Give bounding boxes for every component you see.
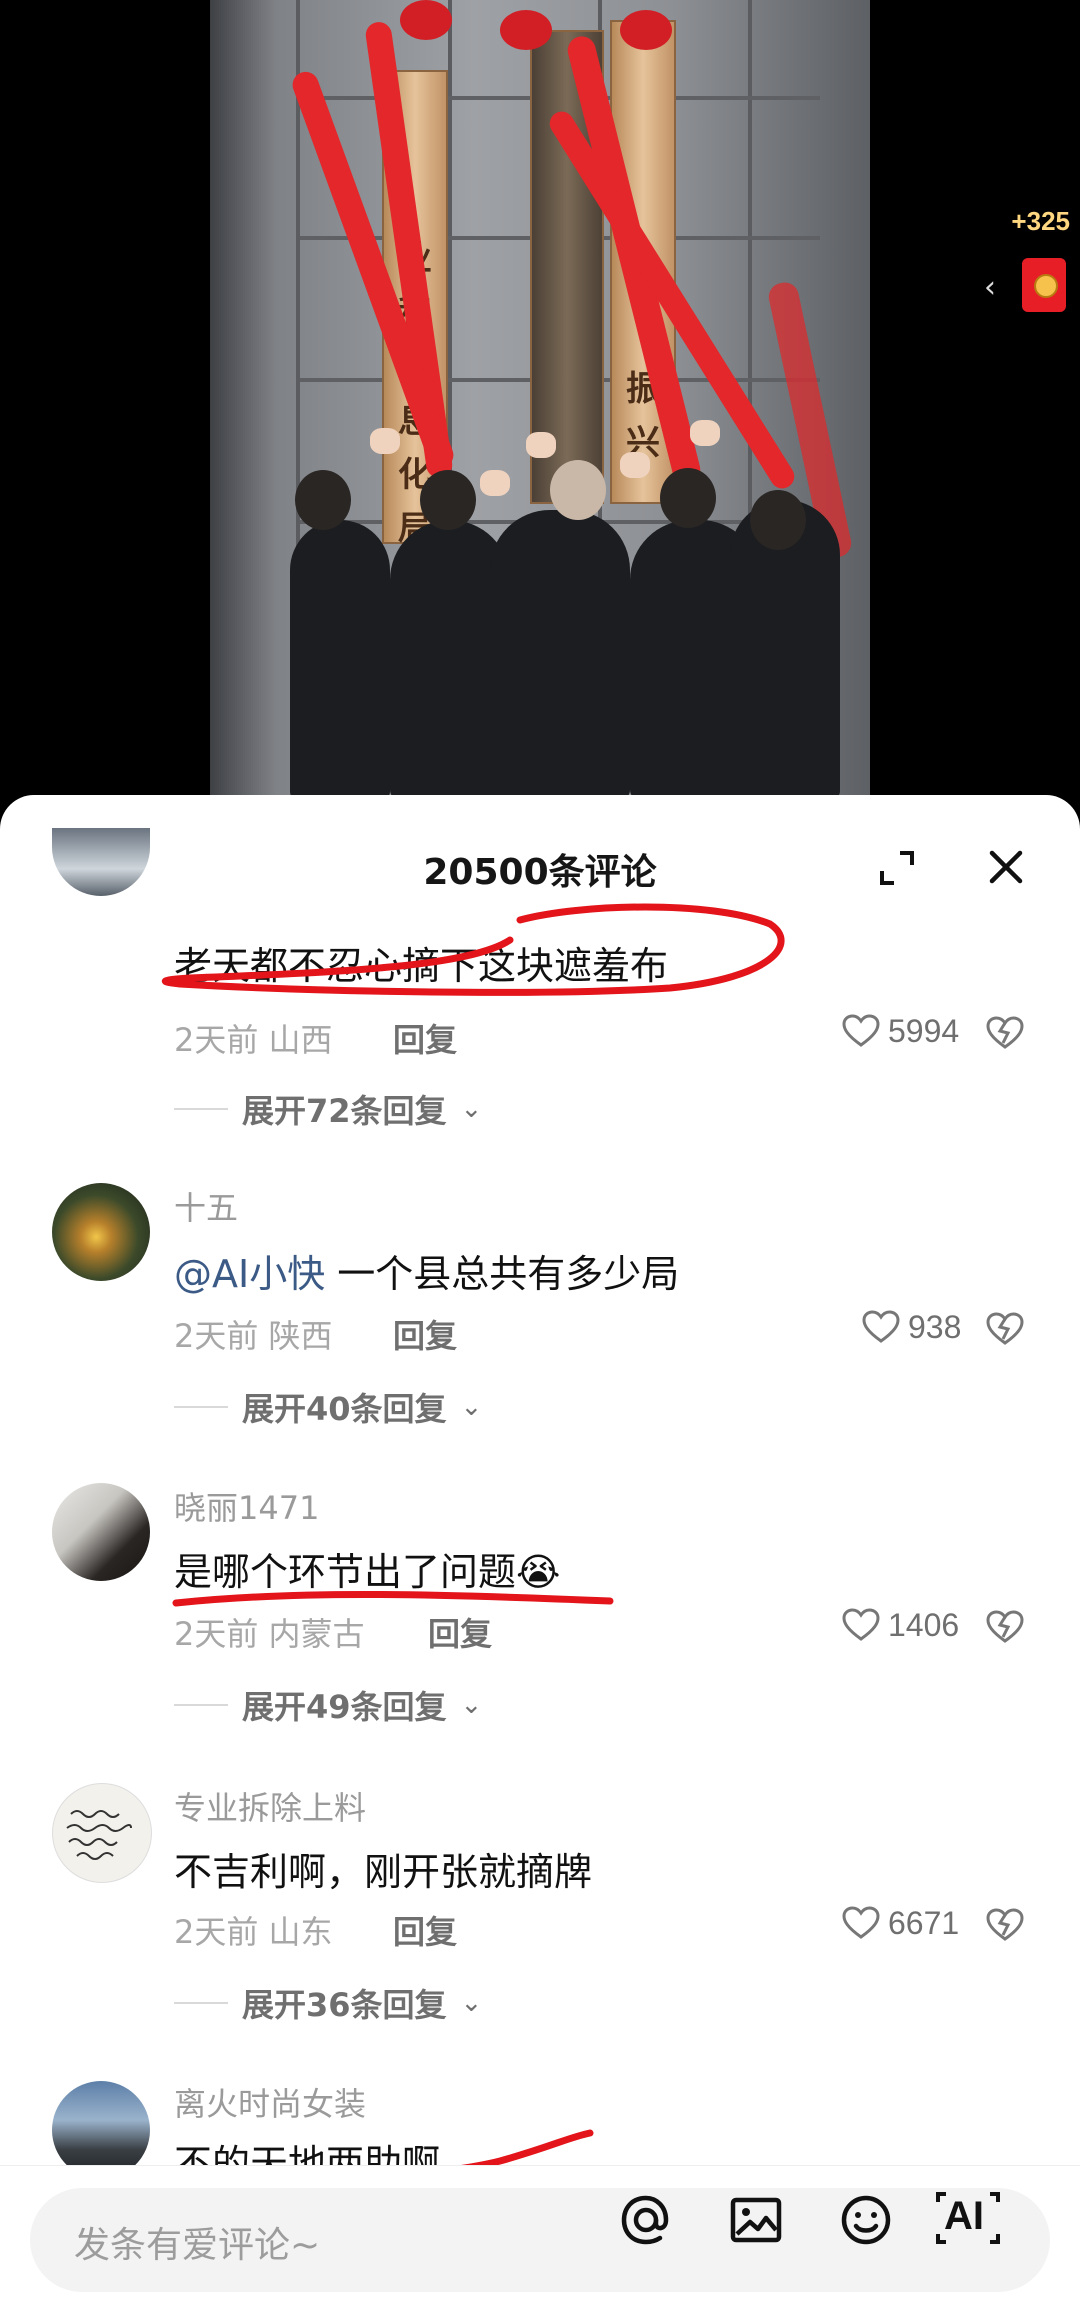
dislike-icon[interactable] [986, 1905, 1024, 1943]
like-count: 1406 [888, 1606, 960, 1643]
comment-username[interactable]: 晓丽1471 [174, 1483, 319, 1529]
chevron-down-icon: ⌄ [460, 1094, 483, 1124]
comment-sheet: 20500条评论 老天都不忍心摘下这块遮羞布 2天前 山西 回复 5994 展开… [0, 795, 1080, 2316]
chevron-down-icon: ⌄ [460, 1392, 483, 1422]
heart-icon [862, 1310, 900, 1343]
avatar[interactable] [52, 1783, 152, 1883]
chevron-down-icon: ⌄ [460, 1988, 483, 2018]
comment-meta: 2天前 山东 [174, 1913, 333, 1951]
comment-count-title: 20500条评论 [423, 852, 657, 893]
red-packet-icon[interactable] [1022, 258, 1066, 312]
like-count: 938 [908, 1308, 962, 1345]
heart-icon [842, 1014, 880, 1047]
comment-text: 是哪个环节出了问题😭 [174, 1550, 561, 1594]
mention-icon[interactable] [618, 2192, 674, 2248]
reply-button[interactable]: 回复 [393, 1907, 457, 1953]
like-count: 5994 [888, 1012, 960, 1049]
red-packet-count: +325 [1011, 206, 1070, 236]
emoji-icon[interactable] [838, 2192, 894, 2248]
expand-replies-button[interactable]: 展开36条回复 ⌄ [174, 1981, 482, 2025]
comment-meta: 2天前 山西 [174, 1021, 333, 1059]
reply-button[interactable]: 回复 [393, 1015, 457, 1061]
heart-icon [842, 1906, 880, 1939]
mention-link[interactable]: @AI小快 [174, 1252, 325, 1296]
chevron-down-icon: ⌄ [460, 1690, 483, 1720]
comment-meta: 2天前 陕西 [174, 1317, 333, 1355]
dislike-icon[interactable] [986, 1309, 1024, 1347]
dislike-icon[interactable] [986, 1013, 1024, 1051]
dislike-icon[interactable] [986, 1607, 1024, 1645]
comment-username[interactable]: 离火时尚女装 [174, 2079, 366, 2125]
comment-username[interactable]: 专业拆除上料 [174, 1783, 366, 1829]
heart-icon [842, 1608, 880, 1641]
red-packet-widget[interactable]: +325 ‹ [984, 206, 1070, 316]
close-icon[interactable] [984, 845, 1028, 889]
expand-replies-button[interactable]: 展开40条回复 ⌄ [174, 1385, 482, 1429]
comment-text: 不吉利啊，刚开张就摘牌 [174, 1850, 593, 1894]
comment-text: 老天都不忍心摘下这块遮羞布 [174, 944, 669, 988]
expand-replies-button[interactable]: 展开49条回复 ⌄ [174, 1683, 482, 1727]
comment-input-bar: 发条有爱评论~ AI [0, 2165, 1080, 2316]
like-button[interactable]: 5994 [842, 1009, 959, 1053]
reply-button[interactable]: 回复 [393, 1311, 457, 1357]
comment-meta: 2天前 内蒙古 [174, 1615, 365, 1653]
video-frame: 业 和 信 息 化 局 振 兴 [210, 0, 870, 800]
comment-text: @AI小快 一个县总共有多少局 [174, 1252, 680, 1296]
expand-icon[interactable] [878, 849, 916, 887]
comment-input-placeholder: 发条有爱评论~ [74, 2225, 321, 2266]
reply-button[interactable]: 回复 [428, 1609, 492, 1655]
comment-username[interactable]: 十五 [174, 1183, 238, 1229]
like-button[interactable]: 1406 [842, 1603, 959, 1647]
like-button[interactable]: 938 [862, 1305, 961, 1349]
like-button[interactable]: 6671 [842, 1901, 959, 1945]
image-icon[interactable] [728, 2192, 784, 2248]
video-player[interactable]: 业 和 信 息 化 局 振 兴 [0, 0, 1080, 800]
expand-replies-button[interactable]: 展开72条回复 ⌄ [174, 1087, 482, 1131]
sheet-header: 20500条评论 [0, 795, 1080, 945]
like-count: 6671 [888, 1904, 960, 1941]
avatar[interactable] [52, 1483, 150, 1581]
comment-input[interactable]: 发条有爱评论~ [30, 2188, 1050, 2292]
avatar[interactable] [52, 1183, 150, 1281]
ai-assistant-icon[interactable]: AI [934, 2190, 1014, 2250]
chevron-left-icon[interactable]: ‹ [984, 270, 996, 305]
